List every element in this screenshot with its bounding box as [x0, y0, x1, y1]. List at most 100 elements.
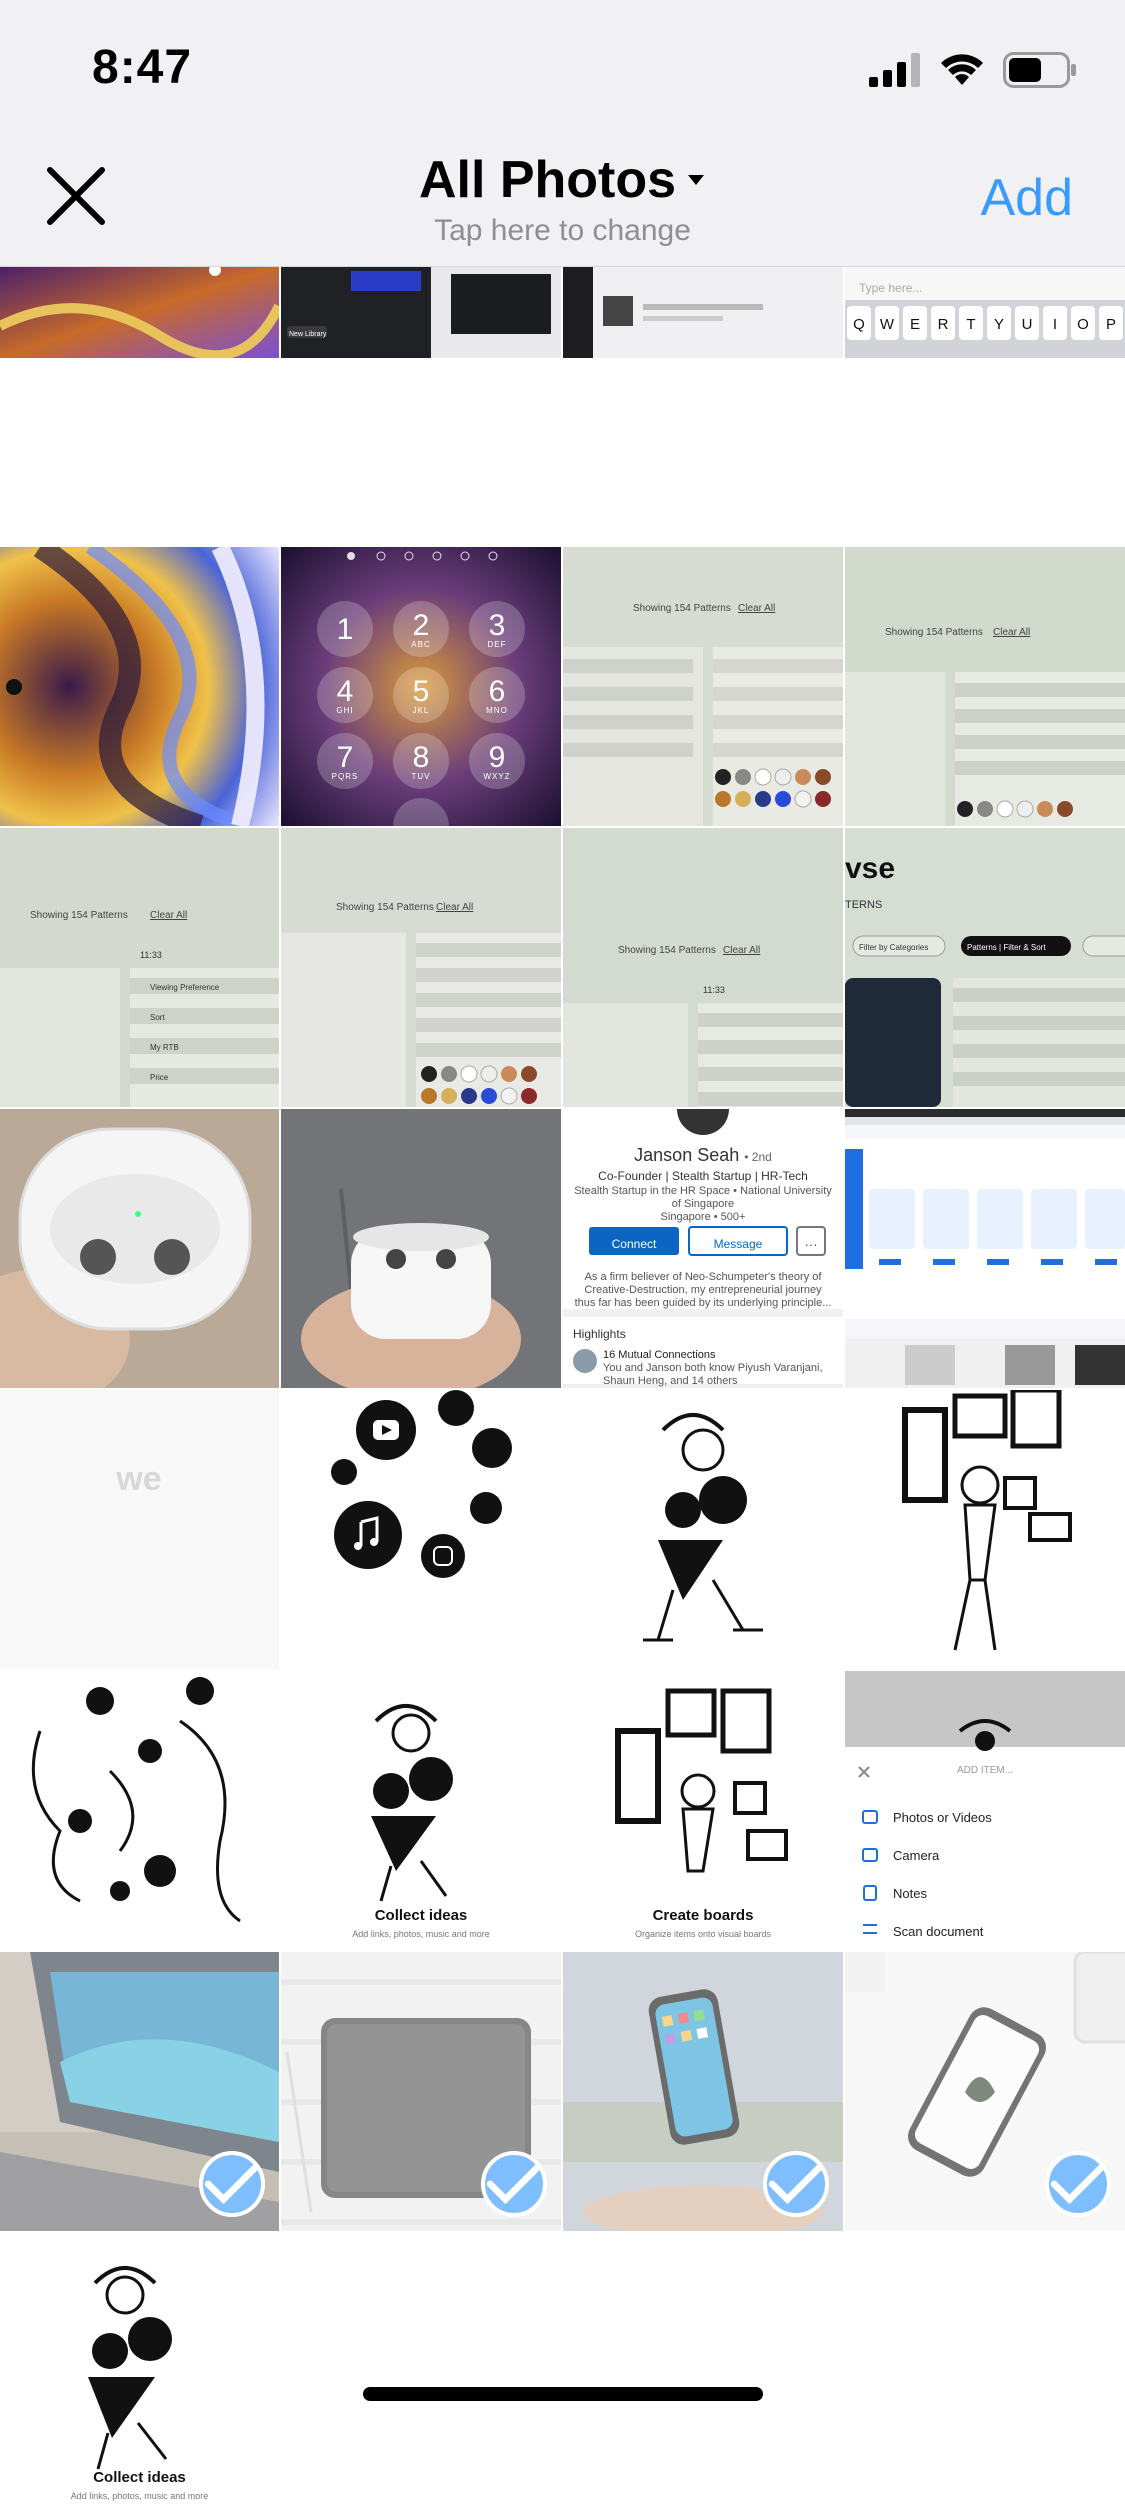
caption-collect-ideas: Collect ideas	[374, 1907, 468, 1924]
photo-thumbnail[interactable]: … Janson Seah • 2nd Co-Founder | Stealth…	[563, 1109, 843, 1388]
svg-text:PQRS: PQRS	[332, 772, 359, 781]
svg-text:3: 3	[489, 609, 506, 642]
caption-collect-ideas-sub: Add links, photos, music and more	[352, 1929, 490, 1939]
menu-item-photos: Photos or Videos	[893, 1810, 992, 1825]
svg-text:Showing 154 Patterns: Showing 154 Patterns	[30, 910, 128, 921]
photo-thumbnail[interactable]: Showing 154 Patterns Clear All	[563, 547, 843, 826]
photo-thumbnail[interactable]: New Library	[281, 266, 561, 358]
status-icons	[869, 52, 1077, 88]
svg-text:Filter by Categories: Filter by Categories	[859, 943, 928, 952]
photo-thumbnail-selected[interactable]	[845, 1952, 1125, 2231]
svg-text:9: 9	[489, 741, 506, 774]
profile-about: As a firm believer of Neo-Schumpeter's t…	[584, 1271, 822, 1283]
selected-checkmark[interactable]	[763, 2151, 829, 2217]
album-subtitle[interactable]: Tap here to change	[0, 214, 1125, 248]
photo-thumbnail[interactable]	[0, 1109, 279, 1388]
caption-collect-ideas-sub: Add links, photos, music and more	[70, 2491, 209, 2501]
selected-checkmark[interactable]	[1045, 2151, 1111, 2217]
svg-text:vse: vse	[845, 852, 895, 885]
photo-thumbnail[interactable]: vse TERNS Filter by Categories Patterns …	[845, 828, 1125, 1107]
photo-thumbnail[interactable]: Showing 154 Patterns Clear All 11:33 Vie…	[0, 828, 279, 1107]
svg-text:Showing 154 Patterns: Showing 154 Patterns	[618, 945, 716, 956]
photo-thumbnail[interactable]: Showing 154 Patterns Clear All 11:33	[563, 828, 843, 1107]
svg-text:8: 8	[413, 741, 430, 774]
profile-line: of Singapore	[671, 1198, 735, 1210]
svg-text:Clear All: Clear All	[723, 945, 760, 956]
photo-grid: New Library Type here... Q W E R T Y U I	[0, 266, 1125, 2512]
svg-text:P: P	[1106, 316, 1116, 333]
add-button[interactable]: Add	[980, 168, 1073, 228]
svg-text:DEF: DEF	[488, 640, 507, 649]
svg-text:TERNS: TERNS	[845, 899, 882, 911]
svg-text:11:33: 11:33	[140, 950, 162, 960]
caption-collect-ideas: Collect ideas	[93, 2469, 186, 2486]
keyboard-placeholder: Type here...	[859, 281, 922, 295]
photo-thumbnail[interactable]: Type here... Q W E R T Y U I O P	[845, 266, 1125, 358]
cellular-signal-icon	[869, 53, 920, 87]
checkmark-icon	[768, 2163, 824, 2205]
photo-thumbnail[interactable]	[281, 1390, 561, 1669]
svg-text:Showing 154 Patterns: Showing 154 Patterns	[885, 627, 983, 638]
svg-text:Showing 154 Patterns: Showing 154 Patterns	[336, 902, 434, 913]
photo-thumbnail[interactable]	[281, 1109, 561, 1388]
svg-text:E: E	[910, 316, 920, 333]
svg-text:Viewing Preference: Viewing Preference	[150, 983, 220, 992]
navigation-header: 8:47 All Photos Tap here to change Add	[0, 0, 1125, 267]
photo-thumbnail[interactable]: Collect ideas Add links, photos, music a…	[0, 2233, 279, 2512]
svg-text:I: I	[1053, 316, 1057, 333]
menu-item-notes: Notes	[893, 1886, 927, 1901]
svg-text:5: 5	[413, 675, 430, 708]
svg-text:TUV: TUV	[412, 772, 431, 781]
svg-text:My RTB: My RTB	[150, 1043, 179, 1052]
svg-text:Clear All: Clear All	[436, 902, 473, 913]
home-indicator	[363, 2387, 763, 2401]
highlights-heading: Highlights	[573, 1327, 626, 1341]
photo-thumbnail-selected[interactable]	[0, 1952, 279, 2231]
svg-text:4: 4	[337, 675, 354, 708]
profile-name: Janson Seah • 2nd	[634, 1145, 772, 1165]
status-time: 8:47	[92, 41, 193, 94]
profile-line: Stealth Startup in the HR Space • Nation…	[574, 1185, 832, 1197]
photo-thumbnail[interactable]	[563, 266, 843, 358]
caption-create-boards: Create boards	[652, 1907, 754, 1924]
photo-thumbnail[interactable]: Collect ideas Add links, photos, music a…	[281, 1671, 561, 1950]
photo-thumbnail[interactable]	[845, 1390, 1125, 1669]
svg-text:1: 1	[337, 613, 354, 646]
mutual-connections-sub: You and Janson both know Piyush Varanjan…	[603, 1362, 823, 1374]
svg-text:we: we	[115, 1460, 161, 1498]
svg-text:T: T	[966, 316, 975, 333]
selected-checkmark[interactable]	[199, 2151, 265, 2217]
photo-thumbnail[interactable]: ADD ITEM... Photos or Videos Camera Note…	[845, 1671, 1125, 1950]
wifi-icon	[941, 54, 983, 85]
checkmark-icon	[1050, 2163, 1106, 2205]
album-title[interactable]: All Photos	[419, 150, 676, 210]
profile-headline: Co-Founder | Stealth Startup | HR-Tech	[598, 1169, 808, 1183]
profile-about: thus far has been guided by its underlyi…	[574, 1297, 832, 1309]
message-label: Message	[713, 1237, 763, 1251]
photo-thumbnail[interactable]	[563, 1390, 843, 1669]
photo-thumbnail-selected[interactable]	[563, 1952, 843, 2231]
photo-thumbnail[interactable]: we	[0, 1390, 279, 1669]
album-selector[interactable]: All Photos Tap here to change	[0, 150, 1125, 248]
svg-text:New Library: New Library	[289, 331, 327, 338]
photo-thumbnail[interactable]: Create boards Organize items onto visual…	[563, 1671, 843, 1950]
photo-thumbnail[interactable]	[0, 266, 279, 358]
photo-thumbnail[interactable]: Showing 154 Patterns Clear All	[281, 828, 561, 1107]
selected-checkmark[interactable]	[481, 2151, 547, 2217]
svg-text:R: R	[938, 316, 949, 333]
svg-text:Patterns | Filter & Sort: Patterns | Filter & Sort	[967, 943, 1046, 952]
photo-thumbnail[interactable]	[0, 1671, 279, 1950]
photo-thumbnail[interactable]	[0, 547, 279, 826]
svg-text:Clear All: Clear All	[738, 603, 775, 614]
menu-item-scan: Scan document	[893, 1924, 984, 1939]
connect-label: Connect	[611, 1237, 657, 1251]
photo-thumbnail[interactable]	[845, 1109, 1125, 1388]
svg-text:Price: Price	[150, 1073, 169, 1082]
svg-text:O: O	[1077, 316, 1089, 333]
svg-text:7: 7	[337, 741, 354, 774]
photo-thumbnail[interactable]: Showing 154 Patterns Clear All	[845, 547, 1125, 826]
svg-text:JKL: JKL	[413, 706, 430, 715]
photo-thumbnail-selected[interactable]	[281, 1952, 561, 2231]
photo-thumbnail[interactable]: 1 2 3 4 5 6 7 8 9 ABC DEF GHI JKL MNO PQRS TUV WXYZ	[281, 547, 561, 826]
svg-text:GHI: GHI	[336, 706, 353, 715]
